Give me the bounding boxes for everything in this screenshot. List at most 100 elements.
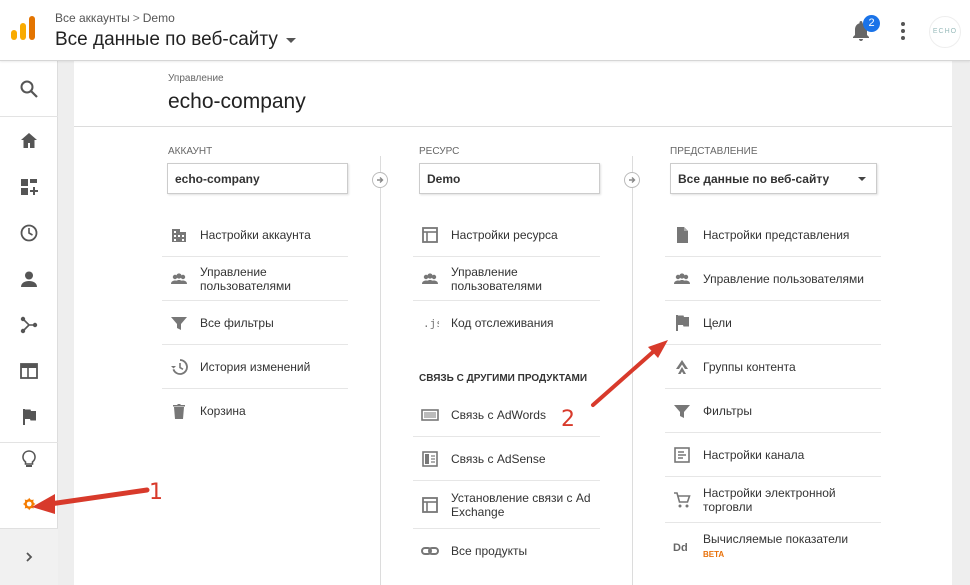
users-icon [419, 269, 441, 289]
expand-rail-button[interactable] [0, 528, 58, 585]
goals-item[interactable]: Цели [665, 301, 881, 345]
connector-arrow-icon [372, 172, 388, 188]
property-selector[interactable]: Demo [419, 163, 600, 194]
account-settings-item[interactable]: Настройки аккаунта [162, 213, 348, 257]
view-filters-label: Фильтры [703, 403, 752, 418]
adsense-link-item[interactable]: Связь с AdSense [413, 437, 600, 481]
view-menu: Настройки представления Управление польз… [665, 213, 881, 571]
account-users-item[interactable]: Управление пользователями [162, 257, 348, 301]
property-column-heading: РЕСУРС [419, 146, 460, 157]
view-settings-item[interactable]: Настройки представления [665, 213, 881, 257]
trash-icon [168, 401, 190, 421]
column-divider [632, 156, 633, 585]
admin-gear-icon[interactable] [0, 481, 58, 527]
analytics-logo[interactable] [11, 16, 35, 40]
property-settings-item[interactable]: Настройки ресурса [413, 213, 600, 257]
top-header: Все аккаунты > Demo Все данные по веб-сайт… [0, 0, 970, 61]
property-settings-icon [419, 225, 441, 245]
behavior-icon[interactable] [0, 348, 58, 394]
account-selector-value: echo-company [175, 171, 260, 186]
all-products-item[interactable]: Все продукты [413, 529, 600, 573]
acquisition-icon[interactable] [0, 302, 58, 348]
conversions-icon[interactable] [0, 394, 58, 440]
account-filters-item[interactable]: Все фильтры [162, 301, 348, 345]
caret-down-icon [858, 177, 866, 181]
js-icon: .js [419, 313, 441, 333]
tracking-code-item[interactable]: .js Код отслеживания [413, 301, 600, 345]
channel-settings-label: Настройки канала [703, 447, 805, 462]
more-options-icon[interactable] [896, 22, 910, 40]
caret-down-icon [285, 37, 296, 43]
view-column-heading: ПРЕДСТАВЛЕНИЕ [670, 146, 758, 157]
content-grouping-item[interactable]: Группы контента [665, 345, 881, 389]
dd-icon: Dd [671, 537, 693, 557]
breadcrumb: Все аккаунты > Demo [55, 11, 175, 25]
customization-icon[interactable] [0, 164, 58, 210]
view-settings-label: Настройки представления [703, 227, 850, 242]
view-users-item[interactable]: Управление пользователями [665, 257, 881, 301]
filter-icon [168, 313, 190, 333]
view-users-label: Управление пользователями [703, 271, 864, 286]
calculated-metrics-label: Вычисляемые показатели BETA [703, 532, 848, 562]
column-divider [380, 156, 381, 585]
rail-divider [0, 116, 58, 117]
account-users-label: Управление пользователями [200, 264, 291, 293]
audience-icon[interactable] [0, 256, 58, 302]
adsense-link-label: Связь с AdSense [451, 451, 546, 466]
ecommerce-settings-label: Настройки электронной торговли [703, 485, 836, 514]
breadcrumb-account[interactable]: Demo [143, 11, 175, 25]
view-selector-dropdown[interactable]: Все данные по веб-сайту [670, 163, 877, 194]
change-history-item[interactable]: История изменений [162, 345, 348, 389]
beta-badge: BETA [703, 550, 725, 559]
discover-icon[interactable] [0, 436, 58, 482]
trash-item[interactable]: Корзина [162, 389, 348, 433]
property-users-item[interactable]: Управление пользователями [413, 257, 600, 301]
cart-icon [671, 490, 693, 510]
account-selector[interactable]: echo-company [167, 163, 348, 194]
users-icon [168, 269, 190, 289]
header-divider [74, 126, 952, 127]
realtime-icon[interactable] [0, 210, 58, 256]
search-icon[interactable] [0, 66, 58, 112]
account-column-heading: АККАУНТ [168, 146, 213, 157]
link-icon [419, 541, 441, 561]
trash-label: Корзина [200, 404, 246, 418]
view-selector[interactable]: Все данные по веб-сайту [55, 29, 296, 51]
property-menu: Настройки ресурса Управление пользовател… [413, 213, 600, 345]
breadcrumb-all-accounts[interactable]: Все аккаунты [55, 11, 130, 25]
property-selector-value: Demo [427, 171, 461, 186]
home-icon[interactable] [0, 118, 58, 164]
ecommerce-settings-item[interactable]: Настройки электронной торговли [665, 477, 881, 523]
breadcrumb-separator: > [132, 11, 140, 25]
notification-count-badge[interactable]: 2 [863, 15, 880, 32]
building-icon [168, 225, 190, 245]
content-grouping-label: Группы контента [703, 359, 796, 374]
adwords-icon [419, 405, 441, 425]
filter-icon [671, 401, 693, 421]
annotation-number-1: 1 [149, 480, 163, 505]
property-users-label: Управление пользователями [451, 264, 542, 293]
admin-card: Управление echo-company АККАУНТ РЕСУРС П… [74, 61, 952, 585]
channel-settings-item[interactable]: Настройки канала [665, 433, 881, 477]
left-nav-rail [0, 61, 58, 585]
svg-text:Dd: Dd [673, 542, 688, 554]
svg-text:.js: .js [423, 317, 439, 330]
account-menu: Настройки аккаунта Управление пользовате… [162, 213, 348, 433]
account-avatar[interactable]: ECHO [929, 16, 961, 48]
annotation-number-2: 2 [561, 407, 575, 432]
document-icon [671, 225, 693, 245]
all-products-label: Все продукты [451, 544, 528, 558]
view-title[interactable]: Все данные по веб-сайту [55, 29, 278, 51]
users-icon [671, 269, 693, 289]
adexchange-link-item[interactable]: Установление связи с Ad Exchange [413, 481, 600, 529]
admin-account-title: echo-company [168, 90, 306, 113]
history-icon [168, 357, 190, 377]
channel-icon [671, 445, 693, 465]
calculated-metrics-item[interactable]: Dd Вычисляемые показатели BETA [665, 523, 881, 571]
change-history-label: История изменений [200, 359, 311, 374]
account-filters-label: Все фильтры [200, 315, 274, 330]
adexchange-icon [419, 495, 441, 515]
view-filters-item[interactable]: Фильтры [665, 389, 881, 433]
content-group-icon [671, 357, 693, 377]
property-settings-label: Настройки ресурса [451, 227, 558, 242]
